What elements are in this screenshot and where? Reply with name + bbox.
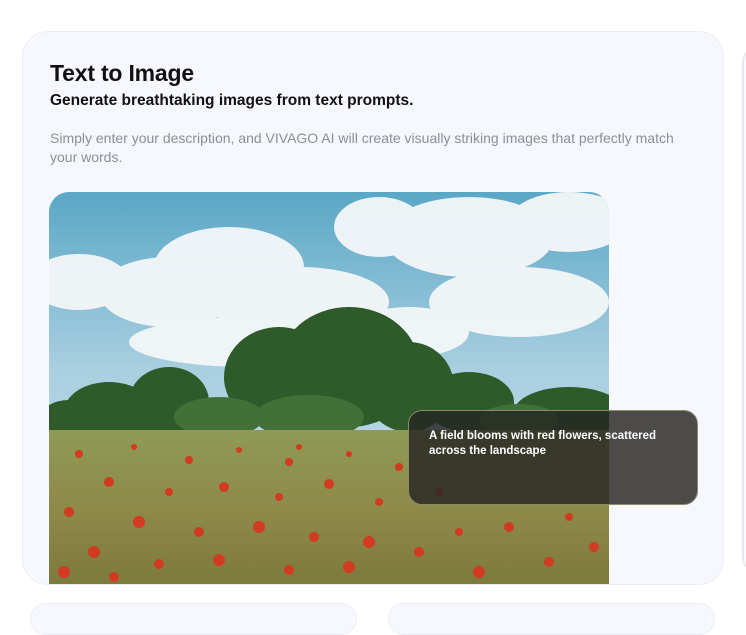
prompt-overlay-box: A field blooms with red flowers, scatter… [408, 410, 698, 505]
prompt-text: A field blooms with red flowers, scatter… [429, 430, 657, 457]
text-to-image-feature-card[interactable]: Text to Image Generate breathtaking imag… [22, 31, 724, 585]
example-generated-image [49, 192, 609, 584]
feature-title: Text to Image [50, 60, 194, 86]
poppy-field-illustration [49, 192, 609, 584]
feature-subtitle: Generate breathtaking images from text p… [50, 92, 414, 109]
feature-card-below-left[interactable] [30, 603, 357, 635]
feature-card-below-right[interactable] [388, 603, 715, 635]
next-feature-card-edge[interactable] [742, 45, 746, 575]
feature-description: Simply enter your description, and VIVAG… [50, 130, 674, 165]
